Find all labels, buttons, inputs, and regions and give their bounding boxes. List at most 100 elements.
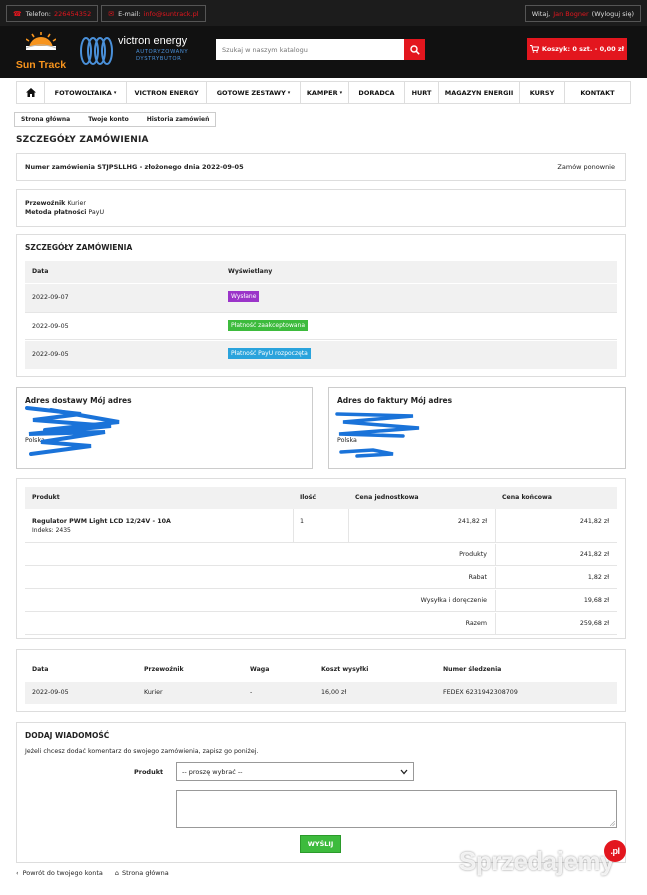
col-total-price: Cena końcowa: [502, 494, 552, 501]
status-col-status: Wyświetlany: [228, 268, 273, 275]
victron-coil-icon: [80, 37, 113, 65]
divider: [293, 509, 294, 543]
logout-link[interactable]: (Wyloguj się): [592, 10, 634, 18]
product-select[interactable]: -- proszę wybrać --: [176, 762, 414, 781]
nav-doradca[interactable]: DORADCA: [349, 82, 405, 103]
redaction-scribble-icon: [25, 406, 120, 456]
shipping-panel: Data Przewoźnik Waga Koszt wysyłki Numer…: [16, 649, 626, 712]
nav-fotowoltaika-label: FOTOWOLTAIKA: [54, 88, 112, 97]
summary-row: Rabat 1,82 zł: [25, 567, 617, 589]
victron-logo[interactable]: victron energy AUTORYZOWANY DYSTRYBUTOR: [78, 34, 200, 70]
envelope-icon: ✉: [108, 9, 115, 18]
user-info: Witaj, Jan Bogner (Wyloguj się): [524, 5, 641, 22]
divider: [495, 567, 496, 589]
status-row-date: 2022-09-05: [32, 351, 69, 358]
status-badge: Płatność PayU rozpoczęta: [228, 348, 311, 359]
welcome-text: Witaj,: [531, 9, 551, 18]
nav-magazyn-energii[interactable]: MAGAZYN ENERGII: [439, 82, 520, 103]
ship-col-date: Data: [32, 666, 49, 673]
home-icon: [25, 88, 36, 97]
resize-handle-icon[interactable]: [610, 821, 615, 826]
products-panel: Produkt Ilość Cena jednostkowa Cena końc…: [16, 478, 626, 639]
invoice-address-title: Adres do faktury Mój adres: [337, 396, 453, 405]
reorder-link[interactable]: Zamów ponownie: [557, 163, 615, 171]
summary-row: Wysyłka i doręczenie 19,68 zł: [25, 590, 617, 612]
divider: [495, 590, 496, 612]
ship-col-weight: Waga: [250, 666, 270, 673]
summary-label: Wysyłka i doręczenie: [420, 597, 487, 604]
user-name-link[interactable]: Jan Bogner: [553, 10, 588, 18]
email-value[interactable]: info@suntrack.pl: [144, 10, 199, 18]
chevron-left-icon: ‹: [16, 869, 19, 877]
search-button[interactable]: [404, 39, 425, 60]
search-icon: [409, 44, 420, 55]
nav-victron-label: VICTRON ENERGY: [134, 88, 199, 97]
col-qty: Ilość: [300, 494, 317, 501]
ship-weight: -: [250, 689, 253, 696]
nav-kursy[interactable]: KURSY: [520, 82, 565, 103]
product-qty: 1: [300, 518, 305, 525]
status-badge-text: Wysłane: [231, 293, 257, 300]
nav-kamper[interactable]: KAMPER ▾: [301, 82, 349, 103]
products-table-header: Produkt Ilość Cena jednostkowa Cena końc…: [25, 487, 617, 509]
phone-info[interactable]: ☎ Telefon: 226454352: [6, 5, 99, 22]
header: Sun Track victron energy AUTORYZOWANY DY…: [0, 26, 647, 78]
summary-value: 259,68 zł: [579, 620, 609, 627]
breadcrumb-history[interactable]: Historia zamówień: [147, 116, 210, 123]
col-product: Produkt: [32, 494, 60, 501]
chevron-down-icon: ▾: [287, 89, 291, 96]
summary-row: Razem 259,68 zł: [25, 613, 617, 635]
ship-col-tracking: Numer śledzenia: [443, 666, 502, 673]
order-header-panel: Numer zamówienia STJPSLLHG - złożonego d…: [16, 153, 626, 181]
breadcrumb-home[interactable]: Strona główna: [21, 116, 70, 123]
message-textarea[interactable]: [176, 790, 617, 828]
home-link-label: Strona główna: [122, 869, 169, 877]
carrier-line: Przewoźnik Kurier: [25, 200, 86, 207]
product-select-label: Produkt: [134, 768, 164, 776]
nav-gotowe-zestawy[interactable]: GOTOWE ZESTAWY ▾: [207, 82, 301, 103]
ship-date: 2022-09-05: [32, 689, 69, 696]
nav-gotowe-zestawy-label: GOTOWE ZESTAWY: [216, 88, 286, 97]
status-row: 2022-09-05 Płatność zaakceptowana: [25, 312, 617, 340]
cart-button[interactable]: Koszyk: 0 szt. - 0,00 zł: [527, 38, 627, 60]
home-link[interactable]: ⌂ Strona główna: [115, 869, 169, 877]
status-badge: Wysłane: [228, 291, 260, 302]
carrier-value: Kurier: [67, 200, 86, 207]
suntrack-logo[interactable]: Sun Track: [12, 30, 70, 74]
message-title: DODAJ WIADOMOŚĆ: [25, 731, 110, 740]
status-badge-text: Płatność PayU rozpoczęta: [231, 350, 308, 357]
sun-logo-icon: [26, 32, 56, 50]
carrier-panel: Przewoźnik Kurier Metoda płatności PayU: [16, 189, 626, 227]
status-badge-text: Płatność zaakceptowana: [231, 322, 306, 329]
ship-carrier: Kurier: [144, 689, 163, 696]
summary-value: 241,82 zł: [579, 551, 609, 558]
divider: [495, 544, 496, 566]
home-icon: ⌂: [114, 869, 119, 877]
search-input[interactable]: [216, 39, 404, 60]
nav-fotowoltaika[interactable]: FOTOWOLTAIKA ▾: [45, 82, 127, 103]
victron-logo-text: victron energy: [118, 35, 188, 47]
victron-sub-2: DYSTRYBUTOR: [136, 56, 182, 62]
back-to-account-label: Powrót do twojego konta: [22, 869, 103, 877]
nav-home[interactable]: [17, 82, 45, 103]
nav-kontakt[interactable]: KONTAKT: [565, 82, 630, 103]
nav-hurt-label: HURT: [411, 88, 432, 97]
chevron-down-icon: ▾: [113, 89, 117, 96]
phone-value[interactable]: 226454352: [54, 10, 91, 18]
email-info[interactable]: ✉ E-mail: info@suntrack.pl: [101, 5, 206, 22]
invoice-address-box: Adres do faktury Mój adres Polska: [328, 387, 626, 469]
nav-victron[interactable]: VICTRON ENERGY: [127, 82, 207, 103]
nav-hurt[interactable]: HURT: [405, 82, 439, 103]
ship-tracking[interactable]: FEDEX 6231942308709: [443, 689, 518, 696]
product-name[interactable]: Regulator PWM Light LCD 12/24V - 10A: [32, 518, 171, 525]
summary-value: 19,68 zł: [583, 597, 609, 604]
cart-label: Koszyk: 0 szt. - 0,00 zł: [541, 45, 625, 53]
nav-kursy-label: KURSY: [529, 88, 555, 97]
breadcrumb-account[interactable]: Twoje konto: [88, 116, 129, 123]
divider: [495, 613, 496, 635]
breadcrumb: Strona główna Twoje konto Historia zamów…: [14, 112, 217, 127]
send-button[interactable]: WYŚLIJ: [300, 835, 341, 853]
nav-doradca-label: DORADCA: [358, 88, 395, 97]
back-to-account-link[interactable]: ‹ Powrót do twojego konta: [16, 869, 103, 877]
summary-value: 1,82 zł: [587, 574, 609, 581]
